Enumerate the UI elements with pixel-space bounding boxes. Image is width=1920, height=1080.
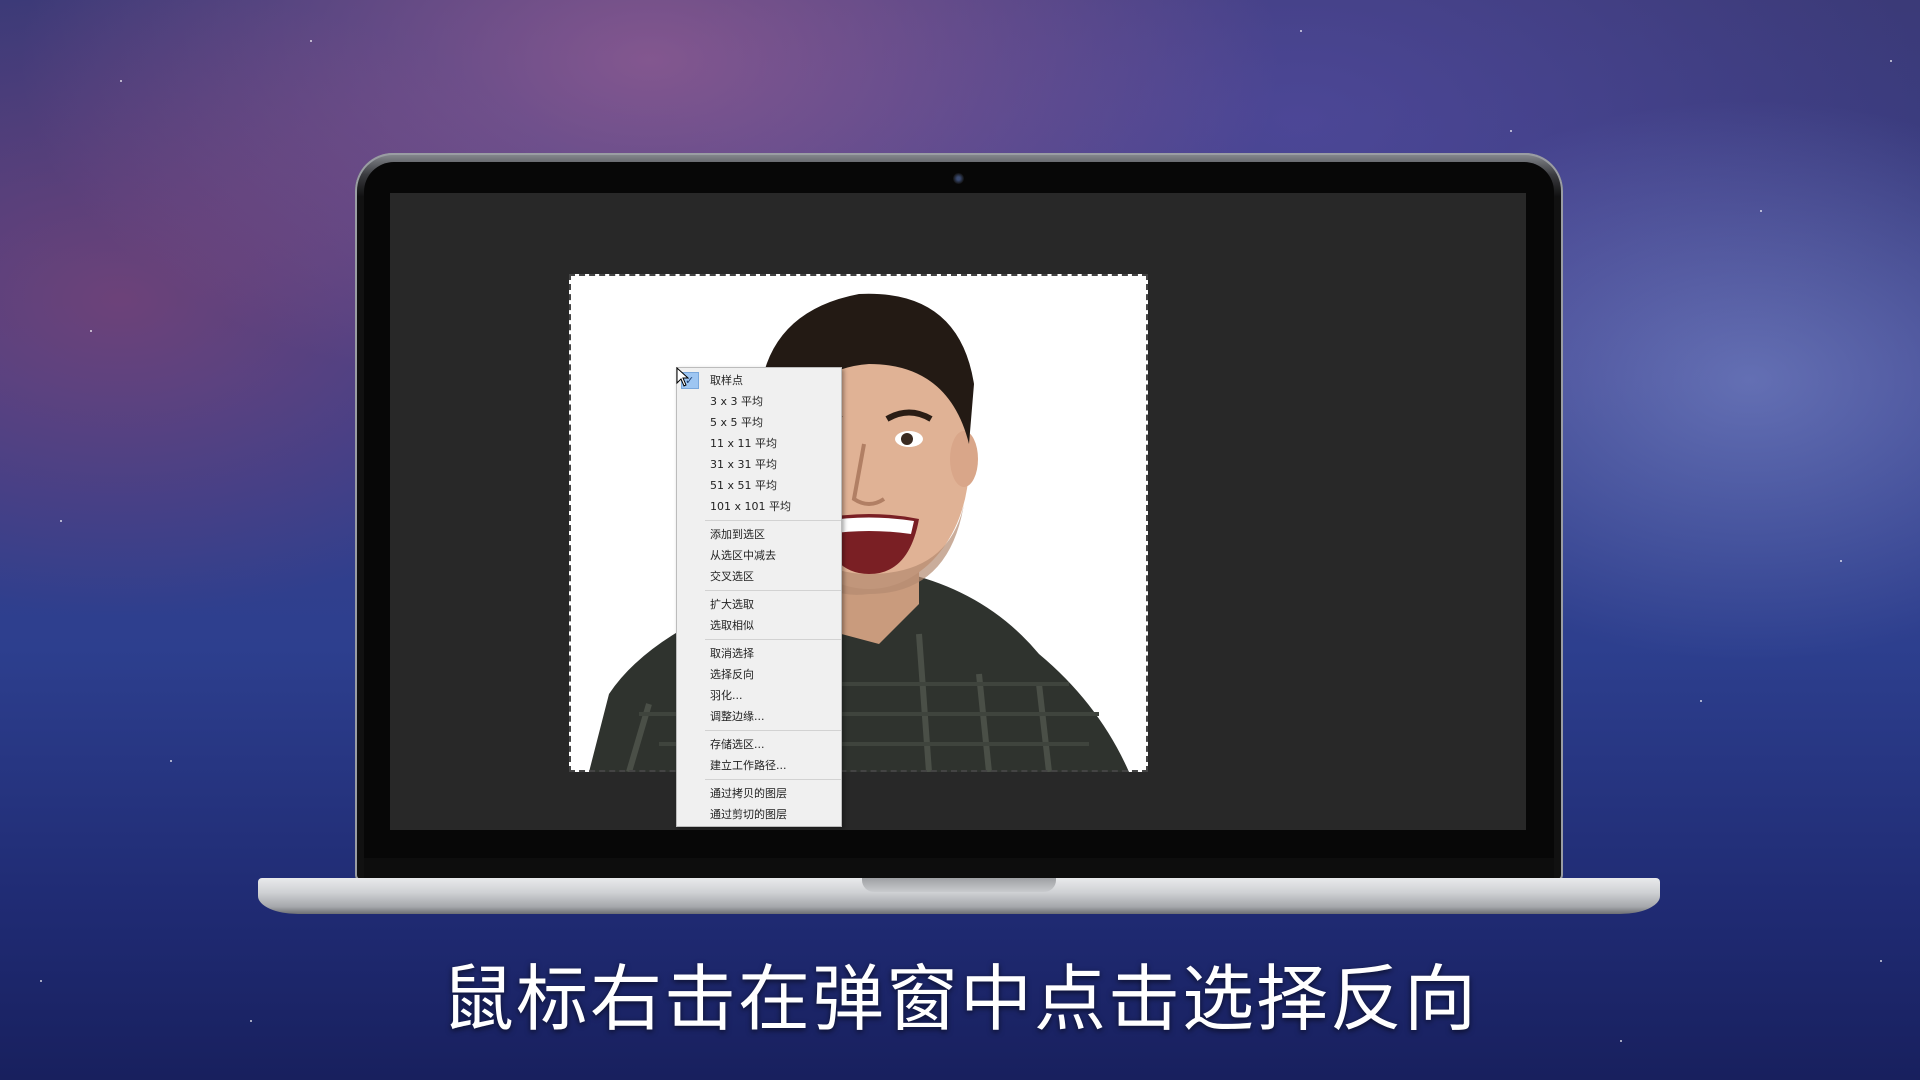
menu-item-5x5-average[interactable]: 5 x 5 平均 <box>677 412 841 433</box>
menu-item-label: 取样点 <box>710 374 743 387</box>
menu-item-sample-point[interactable]: ✓ 取样点 <box>677 370 841 391</box>
menu-separator <box>705 779 841 780</box>
menu-item-label: 选择反向 <box>710 668 754 681</box>
context-menu: ✓ 取样点 3 x 3 平均 5 x 5 平均 11 x 11 平均 31 x … <box>676 367 842 827</box>
menu-item-51x51-average[interactable]: 51 x 51 平均 <box>677 475 841 496</box>
menu-item-select-inverse[interactable]: 选择反向 <box>677 664 841 685</box>
menu-item-label: 羽化... <box>710 689 743 702</box>
menu-item-feather[interactable]: 羽化... <box>677 685 841 706</box>
menu-item-label: 扩大选取 <box>710 598 754 611</box>
menu-item-label: 存储选区... <box>710 738 765 751</box>
menu-separator <box>705 520 841 521</box>
menu-item-label: 101 x 101 平均 <box>710 500 791 513</box>
menu-item-deselect[interactable]: 取消选择 <box>677 643 841 664</box>
menu-item-refine-edge[interactable]: 调整边缘... <box>677 706 841 727</box>
menu-item-label: 5 x 5 平均 <box>710 416 763 429</box>
menu-item-label: 11 x 11 平均 <box>710 437 777 450</box>
menu-item-select-similar[interactable]: 选取相似 <box>677 615 841 636</box>
menu-item-label: 通过剪切的图层 <box>710 808 787 821</box>
mouse-cursor-icon <box>676 367 690 387</box>
menu-item-add-to-selection[interactable]: 添加到选区 <box>677 524 841 545</box>
menu-item-label: 31 x 31 平均 <box>710 458 777 471</box>
menu-item-label: 51 x 51 平均 <box>710 479 777 492</box>
menu-separator <box>705 730 841 731</box>
menu-item-label: 3 x 3 平均 <box>710 395 763 408</box>
webcam-icon <box>953 173 964 184</box>
menu-item-label: 建立工作路径... <box>710 759 787 772</box>
menu-item-grow-selection[interactable]: 扩大选取 <box>677 594 841 615</box>
menu-item-save-selection[interactable]: 存储选区... <box>677 734 841 755</box>
menu-item-intersect-selection[interactable]: 交叉选区 <box>677 566 841 587</box>
menu-item-11x11-average[interactable]: 11 x 11 平均 <box>677 433 841 454</box>
subtitle-caption: 鼠标右击在弹窗中点击选择反向 <box>441 957 1478 1041</box>
laptop-notch <box>862 878 1056 892</box>
menu-item-label: 从选区中减去 <box>710 549 776 562</box>
menu-item-layer-via-copy[interactable]: 通过拷贝的图层 <box>677 783 841 804</box>
menu-item-label: 取消选择 <box>710 647 754 660</box>
menu-item-label: 添加到选区 <box>710 528 765 541</box>
menu-item-label: 交叉选区 <box>710 570 754 583</box>
portrait-photo <box>589 293 1129 772</box>
menu-item-31x31-average[interactable]: 31 x 31 平均 <box>677 454 841 475</box>
menu-item-subtract-from-selection[interactable]: 从选区中减去 <box>677 545 841 566</box>
menu-item-101x101-average[interactable]: 101 x 101 平均 <box>677 496 841 517</box>
menu-item-label: 选取相似 <box>710 619 754 632</box>
menu-separator <box>705 639 841 640</box>
menu-separator <box>705 590 841 591</box>
menu-item-layer-via-cut[interactable]: 通过剪切的图层 <box>677 804 841 825</box>
menu-item-label: 通过拷贝的图层 <box>710 787 787 800</box>
menu-item-label: 调整边缘... <box>710 710 765 723</box>
menu-item-3x3-average[interactable]: 3 x 3 平均 <box>677 391 841 412</box>
menu-item-make-work-path[interactable]: 建立工作路径... <box>677 755 841 776</box>
editor-workspace[interactable]: ✓ 取样点 3 x 3 平均 5 x 5 平均 11 x 11 平均 31 x … <box>390 193 1526 830</box>
laptop-hinge <box>364 858 1554 878</box>
photo-canvas[interactable] <box>569 274 1148 772</box>
